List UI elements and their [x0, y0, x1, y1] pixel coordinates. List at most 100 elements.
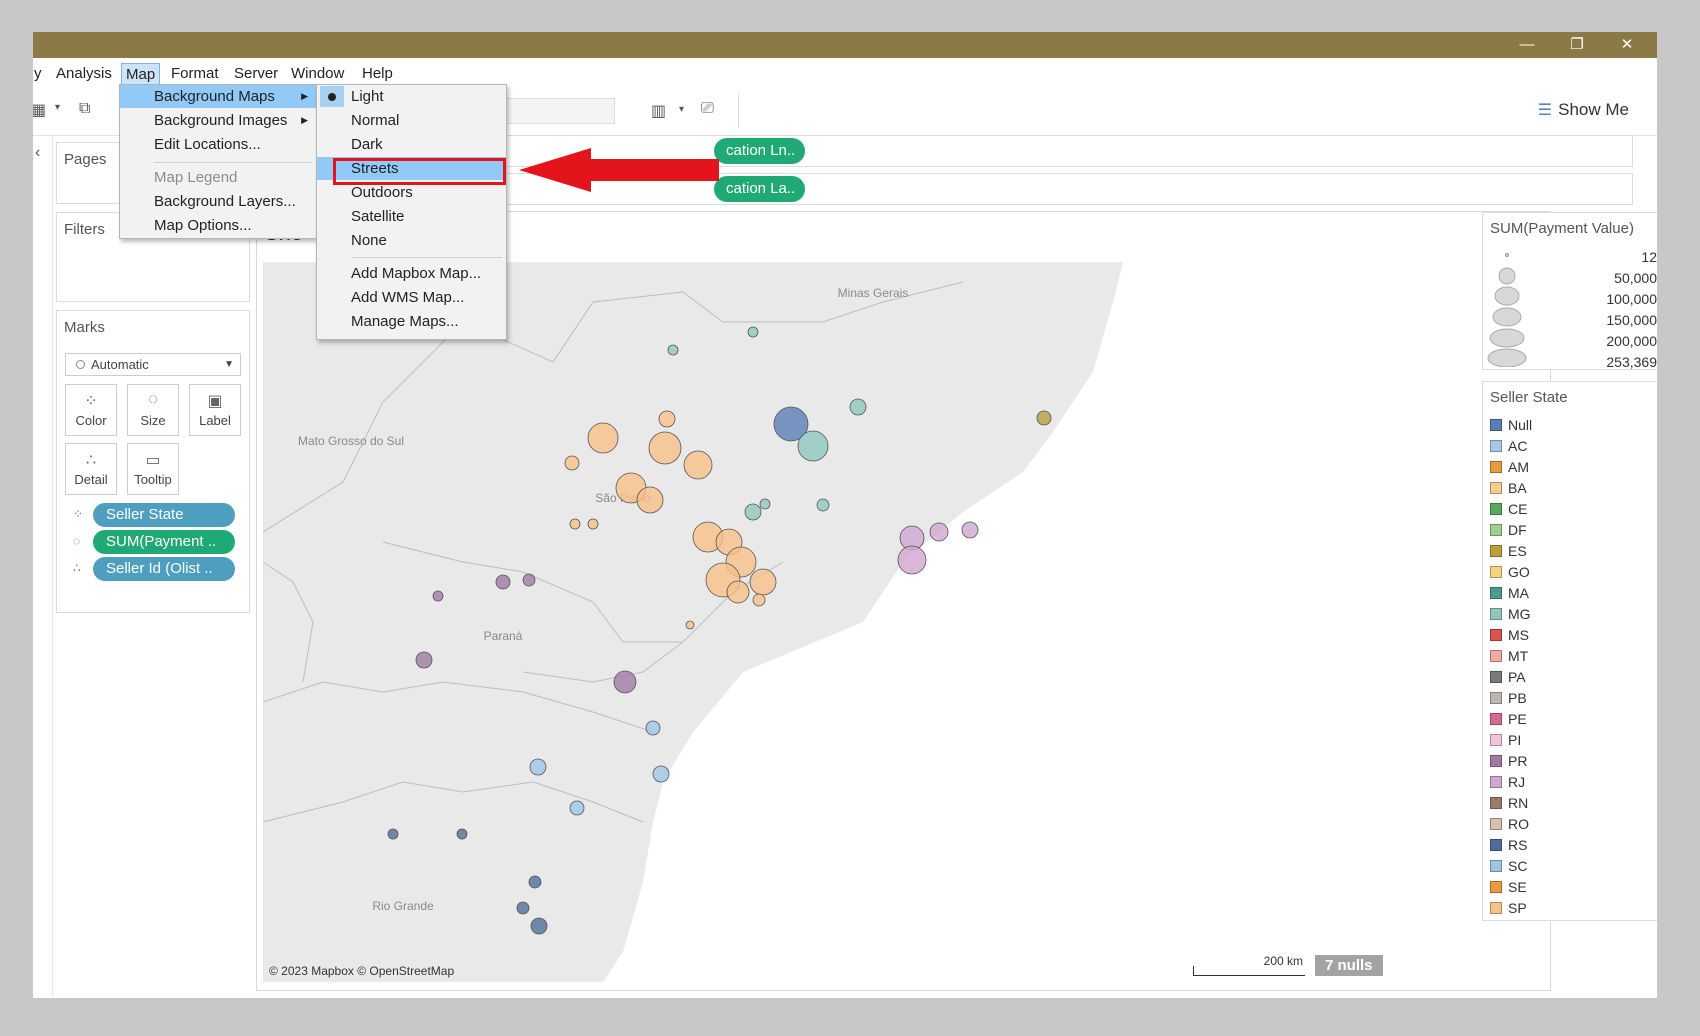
color-button[interactable]: ⁘ Color	[65, 384, 117, 436]
fit-dropdown[interactable]	[503, 98, 615, 124]
legend-item[interactable]: MG	[1490, 604, 1531, 624]
bar-chart-icon[interactable]: ▥	[651, 101, 666, 121]
legend-item[interactable]: MT	[1490, 646, 1528, 666]
legend-item[interactable]: ES	[1490, 541, 1527, 561]
filters-title: Filters	[64, 221, 105, 238]
legend-label: RS	[1508, 837, 1528, 853]
presentation-icon[interactable]: ⎚	[701, 100, 714, 118]
menu-story[interactable]: y	[33, 63, 46, 85]
legend-item[interactable]: PA	[1490, 667, 1526, 687]
option-satellite[interactable]: Satellite	[317, 205, 506, 228]
menu-help[interactable]: Help	[358, 63, 397, 85]
legend-swatch	[1490, 818, 1502, 830]
option-add-mapbox-map[interactable]: Add Mapbox Map...	[317, 262, 506, 285]
seller-id-pill[interactable]: Seller Id (Olist ..	[93, 557, 235, 581]
seller-state-pill[interactable]: Seller State	[93, 503, 235, 527]
menu-map[interactable]: Map	[121, 63, 161, 85]
map-label: Minas Gerais	[838, 286, 909, 300]
color-label: Color	[75, 413, 107, 428]
legend-label: SP	[1508, 900, 1527, 916]
legend-label: PA	[1508, 669, 1526, 685]
restore-icon[interactable]: ❐	[1557, 34, 1597, 56]
color-legend-title: Seller State	[1490, 389, 1568, 406]
detail-label: Detail	[74, 472, 108, 487]
option-manage-maps[interactable]: Manage Maps...	[317, 310, 506, 333]
data-point	[522, 573, 536, 587]
latitude-pill[interactable]: cation La..	[714, 176, 806, 202]
size-icon: ◌	[73, 534, 81, 548]
option-light[interactable]: Light	[317, 85, 506, 108]
mark-type-dropdown[interactable]: Automatic ▼	[65, 353, 241, 376]
legend-item[interactable]: RJ	[1490, 772, 1525, 792]
menu-background-maps[interactable]: Background Maps ▶	[120, 85, 316, 108]
menu-map-options[interactable]: Map Options...	[120, 214, 316, 237]
map-label: Rio Grande	[372, 899, 434, 913]
collapse-icon[interactable]: ‹	[35, 144, 40, 162]
legend-swatch	[1490, 566, 1502, 578]
longitude-pill[interactable]: cation Ln..	[714, 138, 806, 164]
menu-analysis[interactable]: Analysis	[52, 63, 116, 85]
map-credit[interactable]: © 2023 Mapbox © OpenStreetMap	[269, 964, 454, 978]
legend-item[interactable]: SP	[1490, 898, 1527, 918]
menu-background-images[interactable]: Background Images ▶	[120, 109, 316, 132]
data-point	[569, 800, 585, 816]
minimize-icon[interactable]: —	[1507, 34, 1547, 56]
legend-item[interactable]: DF	[1490, 520, 1527, 540]
legend-item[interactable]: BA	[1490, 478, 1527, 498]
chevron-down-icon[interactable]: ▾	[55, 102, 60, 113]
menu-server[interactable]: Server	[230, 63, 282, 85]
legend-item[interactable]: PI	[1490, 730, 1521, 750]
size-legend-value: 12	[1641, 249, 1657, 265]
option-normal[interactable]: Normal	[317, 109, 506, 132]
legend-item[interactable]: MS	[1490, 625, 1529, 645]
data-point	[961, 521, 979, 539]
data-point	[747, 326, 759, 338]
legend-swatch	[1490, 797, 1502, 809]
legend-item[interactable]: AC	[1490, 436, 1527, 456]
legend-item[interactable]: PB	[1490, 688, 1527, 708]
chart-icon[interactable]: ▦	[33, 100, 46, 120]
legend-item[interactable]: PE	[1490, 709, 1527, 729]
nulls-indicator[interactable]: 7 nulls	[1315, 955, 1383, 976]
legend-item[interactable]: SE	[1490, 877, 1527, 897]
data-point	[1036, 410, 1052, 426]
legend-item[interactable]: MA	[1490, 583, 1529, 603]
option-none[interactable]: None	[317, 229, 506, 252]
menu-format[interactable]: Format	[167, 63, 223, 85]
data-point	[636, 486, 664, 514]
data-point	[456, 828, 468, 840]
duplicate-icon[interactable]: ⧉	[79, 100, 90, 118]
menu-edit-locations[interactable]: Edit Locations...	[120, 133, 316, 156]
label-button[interactable]: ▣ Label	[189, 384, 241, 436]
legend-item[interactable]: PR	[1490, 751, 1527, 771]
legend-label: BA	[1508, 480, 1527, 496]
legend-item[interactable]: RN	[1490, 793, 1528, 813]
tooltip-button[interactable]: ▭ Tooltip	[127, 443, 179, 495]
legend-item[interactable]: Null	[1490, 415, 1532, 435]
data-point	[529, 758, 547, 776]
legend-item[interactable]: RS	[1490, 835, 1527, 855]
size-label: Size	[140, 413, 166, 428]
legend-item[interactable]: GO	[1490, 562, 1530, 582]
legend-label: PI	[1508, 732, 1522, 748]
size-button[interactable]: ◌ Size	[127, 384, 179, 436]
close-icon[interactable]: ✕	[1607, 34, 1647, 56]
menu-background-layers[interactable]: Background Layers...	[120, 190, 316, 213]
legend-label: PE	[1508, 711, 1527, 727]
data-point	[587, 518, 599, 530]
chevron-down-icon[interactable]: ▾	[679, 104, 684, 115]
option-add-wms-map[interactable]: Add WMS Map...	[317, 286, 506, 309]
marks-title: Marks	[64, 319, 105, 336]
detail-button[interactable]: ∴ Detail	[65, 443, 117, 495]
legend-item[interactable]: CE	[1490, 499, 1527, 519]
legend-item[interactable]: AM	[1490, 457, 1529, 477]
option-dark[interactable]: Dark	[317, 133, 506, 156]
show-me-button[interactable]: ☰ Show Me	[1538, 100, 1629, 120]
legend-item[interactable]: RO	[1490, 814, 1529, 834]
legend-item[interactable]: SC	[1490, 856, 1527, 876]
menu-window[interactable]: Window	[287, 63, 348, 85]
sum-payment-pill[interactable]: SUM(Payment ..	[93, 530, 235, 554]
menu-item-label: Background Images	[154, 112, 288, 129]
data-point	[530, 917, 548, 935]
map-canvas[interactable]: Minas Gerais Mato Grosso do Sul São Paul…	[263, 262, 1545, 982]
